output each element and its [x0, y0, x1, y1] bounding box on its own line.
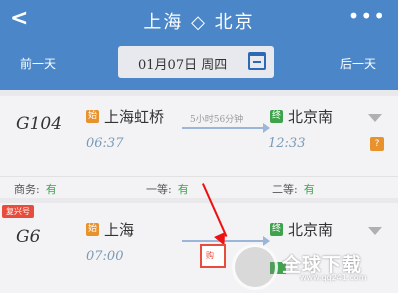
date-label: 01月07日 周四	[138, 58, 228, 73]
route-title: 上海 ◇ 北京	[143, 12, 255, 33]
watermark-logo-icon	[232, 244, 278, 290]
fuxing-tag: 复兴号	[2, 205, 34, 218]
depart-time: 07:00	[86, 249, 124, 264]
train-code: G6	[16, 227, 41, 247]
seat-second: 二等: 有	[272, 183, 315, 196]
more-dots-icon[interactable]: •••	[348, 4, 386, 28]
seat-availability: 商务: 有 一等: 有 二等: 有	[0, 176, 398, 198]
train-code: G104	[16, 114, 63, 134]
chevron-down-icon[interactable]	[368, 114, 382, 122]
seat-business: 商务: 有	[14, 183, 57, 196]
origin-badge: 始	[86, 110, 99, 123]
route-arrow-icon	[182, 123, 270, 133]
depart-time: 06:37	[86, 136, 124, 151]
prev-day-button[interactable]: 前一天	[20, 55, 56, 72]
buy-button[interactable]: 购	[200, 244, 226, 268]
from-station: 上海	[104, 221, 135, 239]
seat-first: 一等: 有	[146, 183, 189, 196]
top-bar: < 上海 ◇ 北京 ••• 前一天 01月07日 周四 后一天	[0, 0, 398, 90]
origin-badge: 始	[86, 223, 99, 236]
from-station: 上海虹桥	[104, 108, 165, 126]
next-day-button[interactable]: 后一天	[340, 55, 376, 72]
to-station: 北京南	[288, 108, 334, 126]
terminal-badge: 终	[270, 223, 283, 236]
calendar-icon	[248, 52, 266, 70]
date-selector[interactable]: 01月07日 周四	[118, 46, 274, 78]
arrive-time: 12:33	[268, 136, 306, 151]
terminal-badge: 终	[270, 110, 283, 123]
to-station: 北京南	[288, 221, 334, 239]
info-icon[interactable]: ?	[370, 137, 384, 151]
watermark-url: www.qq241.com	[300, 273, 367, 282]
duration: 5小时56分钟	[190, 115, 244, 125]
chevron-down-icon[interactable]	[368, 227, 382, 235]
